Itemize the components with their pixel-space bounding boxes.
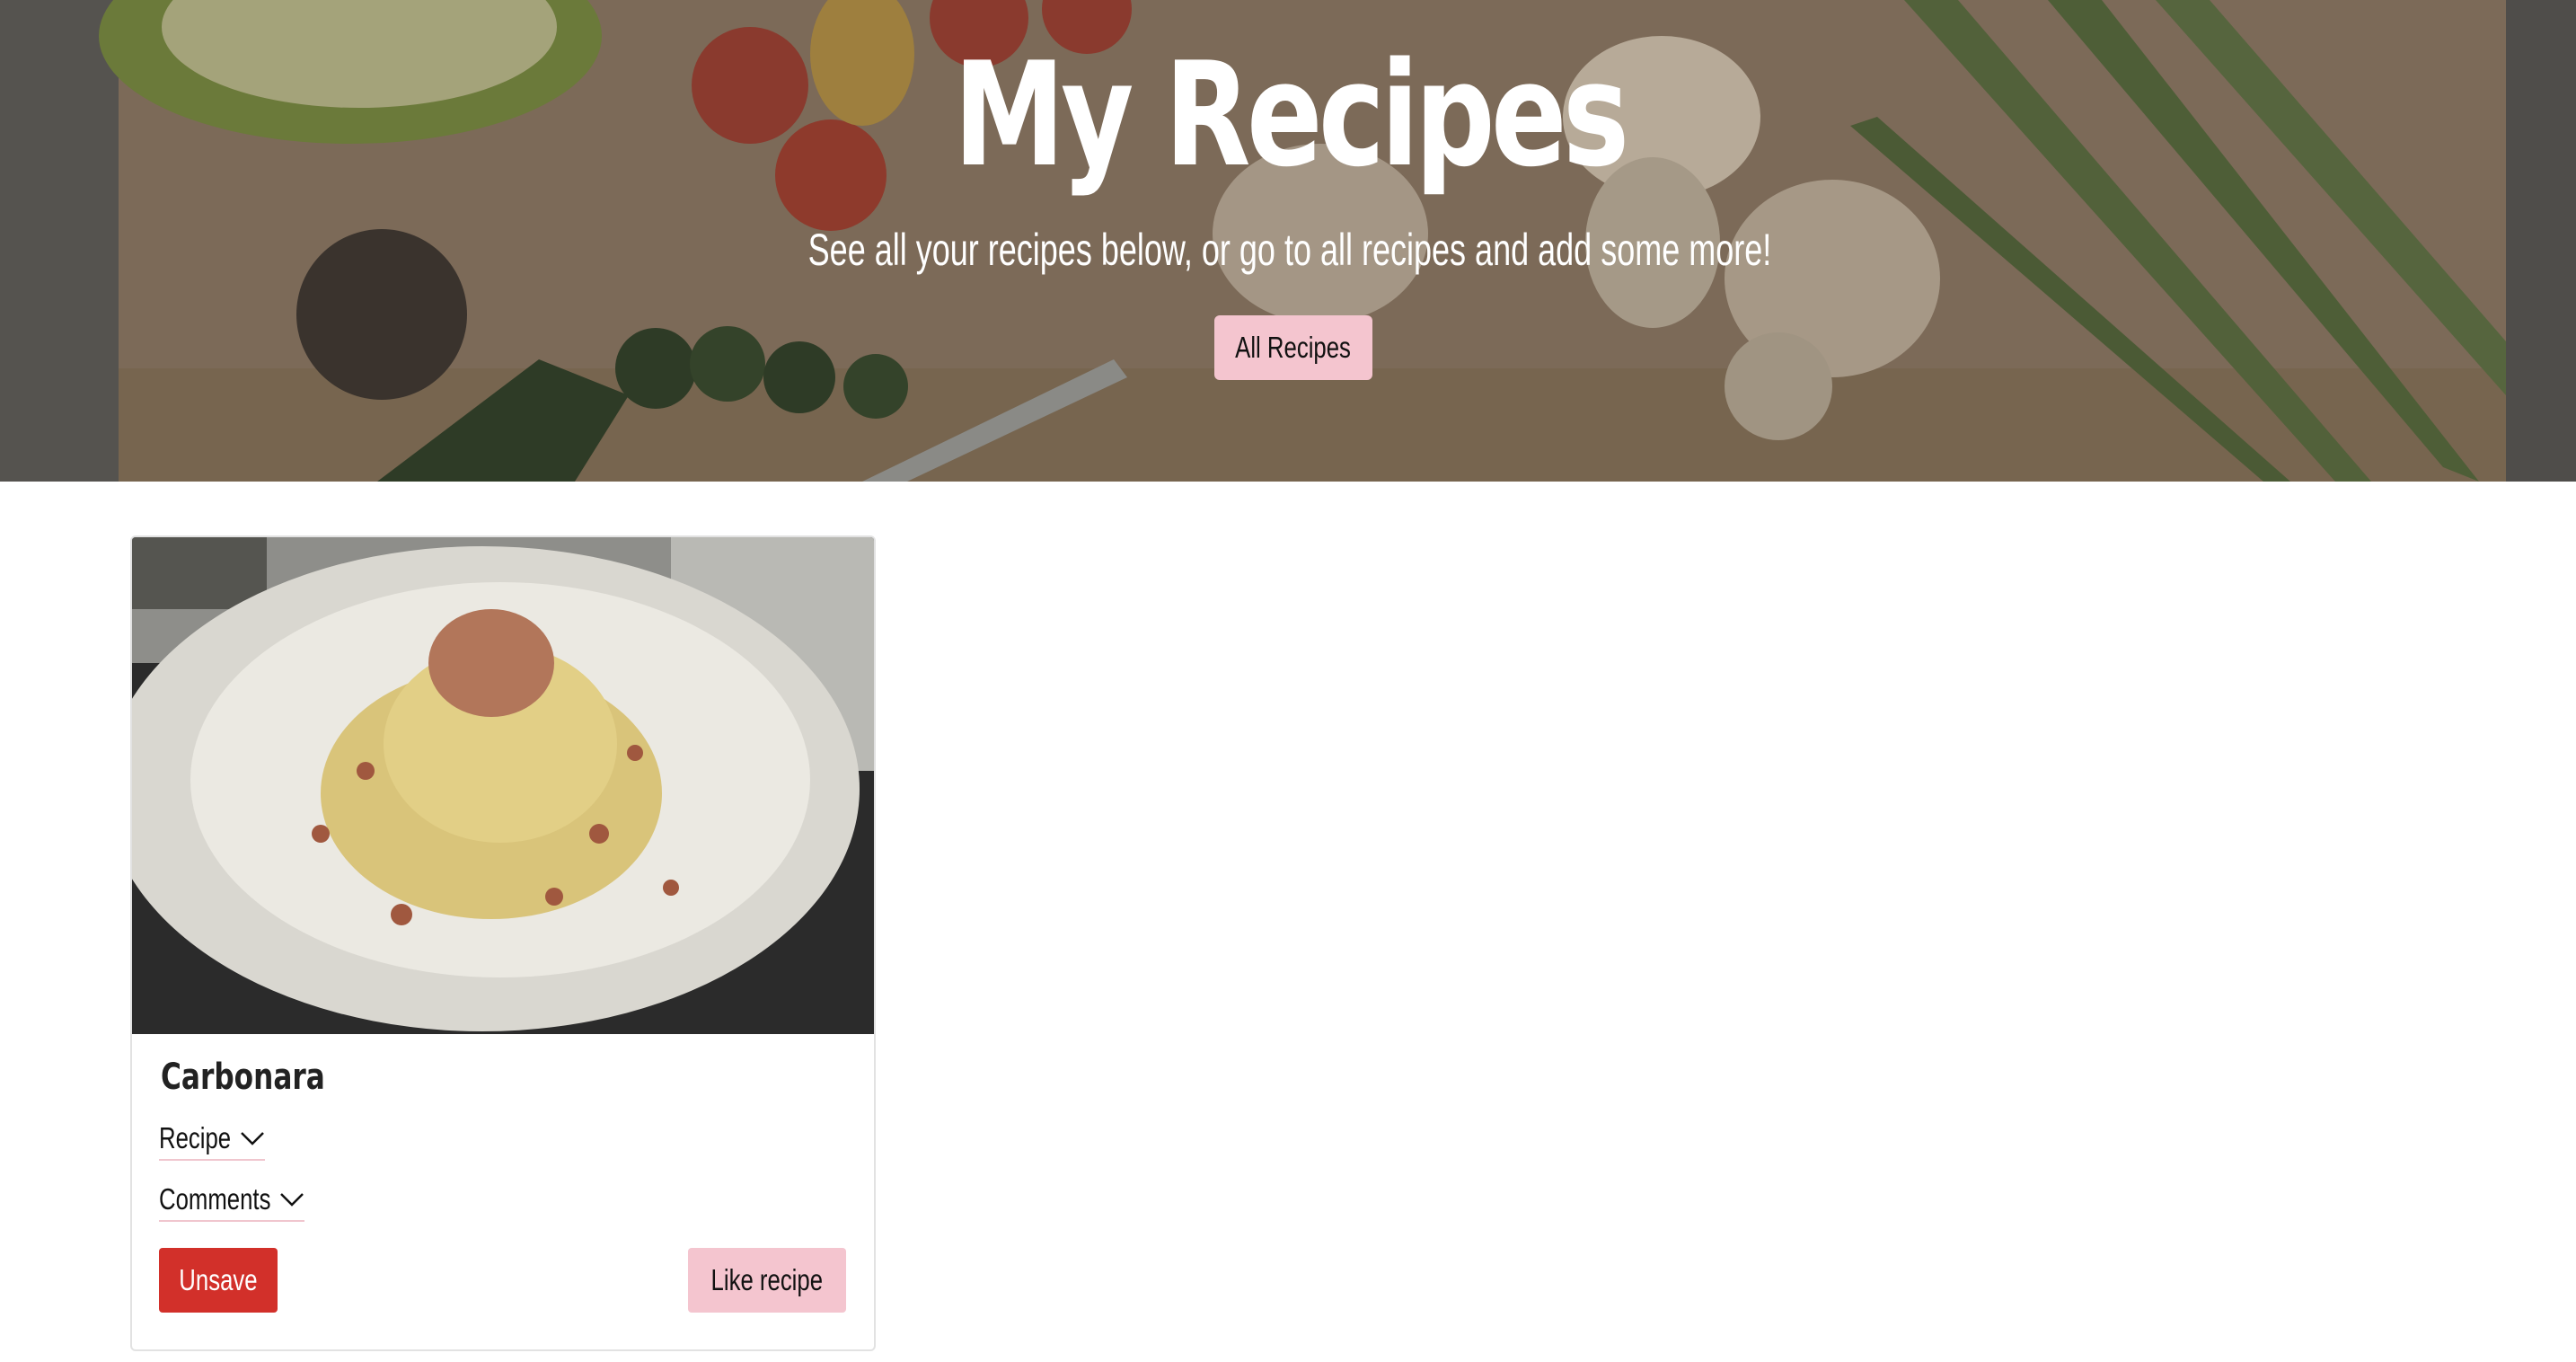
unsave-button-label: Unsave bbox=[179, 1263, 258, 1296]
recipe-image bbox=[132, 537, 874, 1034]
like-recipe-button[interactable]: Like recipe bbox=[688, 1248, 846, 1313]
page-title: My Recipes bbox=[953, 31, 1630, 199]
chevron-down-icon bbox=[241, 1132, 264, 1145]
recipe-toggle[interactable]: Recipe bbox=[159, 1121, 265, 1161]
all-recipes-button[interactable]: All Recipes bbox=[1214, 315, 1372, 380]
all-recipes-button-label: All Recipes bbox=[1235, 331, 1352, 364]
like-recipe-button-label: Like recipe bbox=[710, 1263, 824, 1296]
comments-toggle-label: Comments bbox=[159, 1182, 271, 1216]
hero-banner: My Recipes See all your recipes below, o… bbox=[0, 0, 2576, 482]
comments-toggle[interactable]: Comments bbox=[159, 1182, 304, 1222]
page-subtitle: See all your recipes below, or go to all… bbox=[807, 225, 1772, 275]
recipe-toggle-label: Recipe bbox=[159, 1121, 232, 1154]
recipe-title: Carbonara bbox=[161, 1057, 325, 1098]
recipe-card: Carbonara bbox=[130, 535, 876, 1351]
unsave-button[interactable]: Unsave bbox=[159, 1248, 278, 1313]
chevron-down-icon bbox=[280, 1193, 304, 1207]
